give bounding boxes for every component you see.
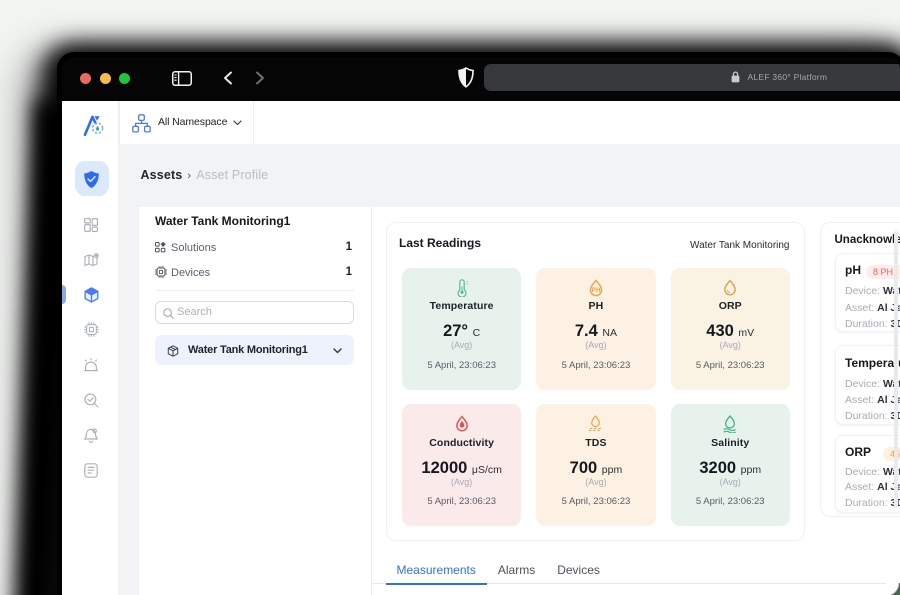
svg-text:PH: PH	[591, 287, 600, 294]
